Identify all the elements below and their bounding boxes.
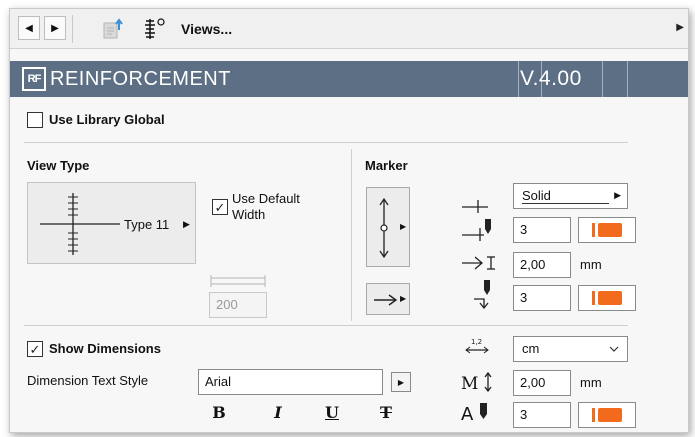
section-divider (351, 149, 352, 321)
use-library-global-checkbox[interactable] (27, 112, 43, 128)
toolbar-separator (72, 15, 73, 43)
pen-marker-icon (462, 219, 491, 241)
strikethrough-button[interactable]: T (375, 401, 397, 423)
marker-size-input[interactable]: 2,00 (513, 252, 571, 278)
settings-panel: ◀ ▶ Views... ▶ RF REINFORCEMENT V.4.00 U… (9, 8, 689, 433)
show-dimensions-checkbox[interactable]: ✓ (27, 341, 43, 357)
pen-color-icon (592, 223, 595, 237)
marker-heading: Marker (365, 158, 408, 173)
arrow-pen-color-button[interactable] (578, 285, 636, 311)
views-label[interactable]: Views... (181, 21, 232, 37)
marker-type-selector[interactable]: ▶ (366, 187, 410, 267)
use-library-global-label: Use Library Global (49, 112, 165, 127)
width-dimension-icon (210, 275, 266, 287)
header-divider (602, 61, 603, 97)
view-settings-icon (103, 18, 123, 39)
marker-pen-color-button[interactable] (578, 217, 636, 243)
arrow-pen-input[interactable]: 3 (513, 285, 571, 311)
dimension-text-size-input[interactable]: 2,00 (513, 370, 571, 396)
forward-button[interactable]: ▶ (44, 16, 66, 40)
toolbar-expand-icon[interactable]: ▶ (676, 22, 684, 33)
forward-arrow-icon: ▶ (51, 22, 59, 34)
dimension-unit-dropdown[interactable]: cm (513, 336, 628, 362)
view-type-label: Type 11 (124, 217, 170, 232)
dropdown-chevron-icon (609, 346, 619, 352)
dimension-text-style-label: Dimension Text Style (27, 373, 149, 388)
line-type-icon (462, 200, 488, 213)
text-size-icon: M (461, 371, 492, 393)
line-style-value: Solid (522, 188, 551, 203)
ruler-views-icon (145, 18, 165, 39)
marker-arrow-selector[interactable]: ▶ (366, 283, 410, 315)
version-label: V.4.00 (520, 67, 582, 90)
line-style-dropdown[interactable]: Solid ▶ (513, 183, 628, 209)
marker-pen-input[interactable]: 3 (513, 217, 571, 243)
header-divider (518, 61, 519, 97)
pen-color-icon (592, 291, 595, 305)
toolbar: ◀ ▶ Views... ▶ (10, 9, 688, 49)
arrow-right-icon (374, 294, 398, 306)
underline-button[interactable]: U (321, 401, 343, 423)
view-settings-button[interactable] (102, 18, 126, 40)
svg-text:M: M (461, 374, 478, 393)
text-pen-icon: A (461, 403, 487, 424)
use-default-width-checkbox[interactable]: ✓ (212, 199, 228, 215)
dimension-unit-value: cm (522, 341, 540, 356)
svg-text:1,2: 1,2 (471, 338, 482, 346)
back-button[interactable]: ◀ (18, 16, 40, 40)
view-type-arrow-icon: ▶ (183, 219, 190, 229)
pen-color-icon (592, 408, 595, 422)
marker-size-unit: mm (580, 257, 602, 272)
font-picker-button[interactable]: ▶ (391, 372, 411, 392)
divider (24, 142, 628, 143)
svg-text:A: A (461, 404, 474, 424)
use-default-width-label: Use Default Width (232, 191, 300, 222)
marker-size-icon (462, 256, 495, 270)
dimension-pen-input[interactable]: 3 (513, 402, 571, 428)
marker-vertical-icon (379, 197, 389, 259)
panel-title: REINFORCEMENT (50, 68, 231, 90)
pen-color-swatch (598, 223, 622, 237)
view-type-selector[interactable]: Type 11 ▶ (27, 182, 196, 264)
dimension-text-size-unit: mm (580, 375, 602, 390)
view-type-heading: View Type (27, 158, 90, 173)
marker-arrow-dropdown-icon: ▶ (400, 294, 407, 303)
dimension-pen-color-button[interactable] (578, 402, 636, 428)
panel-header: RF REINFORCEMENT V.4.00 (10, 61, 688, 97)
pen-color-swatch (598, 408, 622, 422)
line-style-preview (522, 203, 609, 204)
back-arrow-icon: ◀ (25, 22, 33, 34)
marker-type-arrow-icon: ▶ (400, 222, 407, 231)
views-menu-button[interactable] (141, 17, 175, 41)
reinforcement-logo: RF (22, 67, 46, 91)
header-divider (627, 61, 628, 97)
bold-button[interactable]: B (208, 401, 230, 423)
pen-arrow-icon (474, 280, 490, 309)
divider (24, 325, 628, 326)
font-picker-arrow-icon: ▶ (397, 377, 405, 387)
dimension-font-input[interactable]: Arial (198, 369, 383, 395)
dimension-unit-icon: 1,2 (465, 338, 489, 354)
width-input[interactable]: 200 (209, 292, 267, 318)
line-style-arrow-icon: ▶ (614, 190, 621, 200)
italic-button[interactable]: I (267, 401, 289, 423)
pen-color-swatch (598, 291, 622, 305)
show-dimensions-label: Show Dimensions (49, 341, 161, 356)
view-type-preview-icon (40, 193, 120, 255)
